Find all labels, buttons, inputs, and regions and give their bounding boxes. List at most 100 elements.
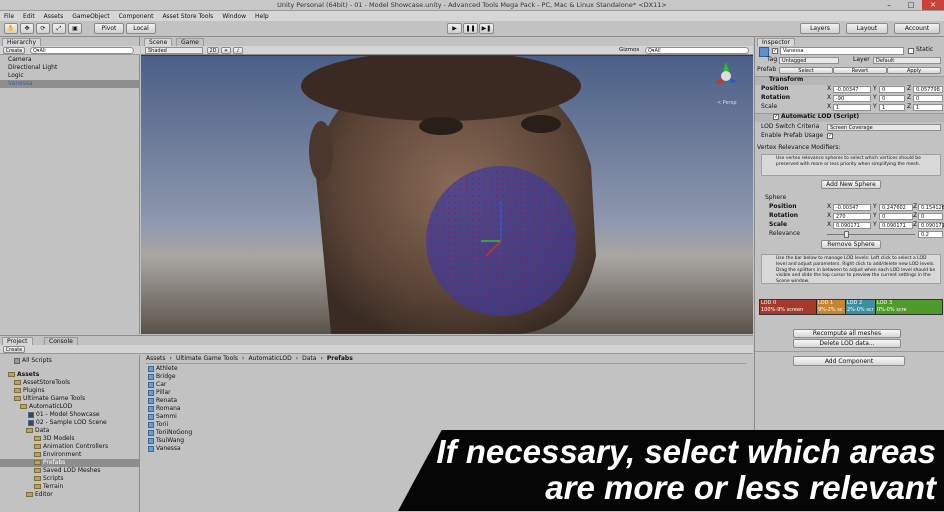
play-button-icon[interactable]: ▶ — [447, 23, 462, 34]
tree-scripts[interactable]: Scripts — [34, 475, 64, 483]
sphere-scale-x-field[interactable]: 0.090171 — [833, 222, 871, 229]
tree-saved-lod-meshes[interactable]: Saved LOD Meshes — [34, 467, 100, 475]
tab-console[interactable]: Console — [44, 337, 78, 345]
maximize-icon[interactable]: □ — [900, 0, 922, 10]
position-x-field[interactable]: -0.00347 — [833, 86, 871, 93]
prefab-apply-button[interactable]: Apply — [887, 67, 941, 74]
shading-mode-dropdown[interactable]: Shaded — [145, 47, 203, 54]
scale-x-field[interactable]: 1 — [833, 104, 871, 111]
recompute-meshes-button[interactable]: Recompute all meshes — [793, 329, 901, 338]
tree-data[interactable]: Data — [26, 427, 49, 435]
layer-dropdown[interactable]: Default — [873, 57, 941, 64]
tree-terrain[interactable]: Terrain — [34, 483, 63, 491]
layers-dropdown[interactable]: Layers — [800, 23, 840, 34]
lighting-toggle-icon[interactable]: ☀ — [221, 47, 231, 54]
position-z-field[interactable]: 0.057798 — [913, 86, 943, 93]
file-item-car[interactable]: Car — [148, 381, 348, 389]
lod-1-segment[interactable]: LOD 1 9%-2% sc — [817, 300, 846, 314]
rotate-tool-icon[interactable]: ⟳ — [36, 23, 50, 34]
menu-asset-store-tools[interactable]: Asset Store Tools — [162, 13, 213, 20]
tree-assetstoretools[interactable]: AssetStoreTools — [14, 379, 70, 387]
lod-levels-bar[interactable]: LOD 0 100%-9% screen LOD 1 9%-2% sc LOD … — [759, 299, 943, 315]
file-item-torii[interactable]: Torii — [148, 421, 348, 429]
sphere-rotation-x-field[interactable]: 270 — [833, 213, 871, 220]
file-item-pillar[interactable]: Pillar — [148, 389, 348, 397]
menu-help[interactable]: Help — [255, 13, 269, 20]
add-component-button[interactable]: Add Component — [793, 356, 905, 366]
2d-toggle[interactable]: 2D — [207, 47, 219, 54]
hierarchy-item-vanessa[interactable]: Vanessa — [8, 80, 33, 88]
tree-automaticlod[interactable]: AutomaticLOD — [20, 403, 72, 411]
move-tool-icon[interactable]: ✥ — [20, 23, 34, 34]
layout-dropdown[interactable]: Layout — [846, 23, 888, 34]
step-button-icon[interactable]: ▶❚ — [479, 23, 494, 34]
close-icon[interactable]: ✕ — [922, 0, 944, 10]
file-item-bridge[interactable]: Bridge — [148, 373, 348, 381]
sphere-position-z-field[interactable]: 0.154126 — [918, 204, 944, 211]
sphere-scale-y-field[interactable]: 0.090171 — [879, 222, 913, 229]
scale-tool-icon[interactable]: ⤢ — [52, 23, 66, 34]
file-item-tsuiwang[interactable]: TsuiWang — [148, 437, 348, 445]
prefab-select-button[interactable]: Select — [779, 67, 833, 74]
rotation-y-field[interactable]: 0 — [879, 95, 905, 102]
rect-tool-icon[interactable]: ▣ — [68, 23, 82, 34]
file-item-romana[interactable]: Romana — [148, 405, 348, 413]
gameobject-name-field[interactable]: Vanessa — [780, 47, 904, 55]
sphere-rotation-z-field[interactable]: 0 — [918, 213, 943, 220]
menu-file[interactable]: File — [4, 13, 14, 20]
minimize-icon[interactable]: – — [878, 0, 900, 10]
file-item-renata[interactable]: Renata — [148, 397, 348, 405]
sphere-rotation-y-field[interactable]: 0 — [879, 213, 913, 220]
file-item-athlete[interactable]: Athlete — [148, 365, 348, 373]
audio-toggle-icon[interactable]: ♪ — [233, 47, 243, 54]
menu-gameobject[interactable]: GameObject — [72, 13, 109, 20]
hierarchy-search-input[interactable]: Q▾All — [30, 47, 134, 54]
sphere-foldout[interactable]: Sphere — [765, 194, 786, 202]
breadcrumb-data[interactable]: Data — [302, 355, 316, 363]
hierarchy-item-directional-light[interactable]: Directional Light — [8, 64, 57, 72]
autolod-enabled-checkbox[interactable]: ✓ — [773, 114, 779, 120]
hierarchy-item-logic[interactable]: Logic — [8, 72, 24, 80]
hierarchy-item-camera[interactable]: Camera — [8, 56, 32, 64]
vertex-relevance-foldout[interactable]: Vertex Relevance Modifiers: — [757, 144, 840, 152]
breadcrumb-automaticlod[interactable]: AutomaticLOD — [248, 355, 291, 363]
relevance-slider-track[interactable] — [827, 234, 915, 235]
tree-environment[interactable]: Environment — [34, 451, 81, 459]
rotation-z-field[interactable]: 0 — [913, 95, 943, 102]
add-new-sphere-button[interactable]: Add New Sphere — [821, 180, 881, 189]
sphere-position-y-field[interactable]: 0.247602 — [879, 204, 913, 211]
breadcrumb-assets[interactable]: Assets — [146, 355, 166, 363]
position-y-field[interactable]: 0 — [879, 86, 905, 93]
file-item-vanessa[interactable]: Vanessa — [148, 445, 348, 453]
project-create-button[interactable]: Create — [3, 346, 25, 353]
rotation-x-field[interactable]: -90 — [833, 95, 871, 102]
file-item-sammi[interactable]: Sammi — [148, 413, 348, 421]
tag-dropdown[interactable]: Untagged — [779, 57, 839, 64]
remove-sphere-button[interactable]: Remove Sphere — [821, 240, 881, 249]
gameobject-active-checkbox[interactable]: ✓ — [772, 48, 778, 54]
sphere-scale-z-field[interactable]: 0.090171 — [918, 222, 944, 229]
menu-component[interactable]: Component — [119, 13, 154, 20]
tree-sample-lod-scene[interactable]: 02 - Sample LOD Scene — [28, 419, 107, 427]
pause-button-icon[interactable]: ❚❚ — [463, 23, 478, 34]
hand-tool-icon[interactable]: ✋ — [4, 23, 18, 34]
static-checkbox[interactable] — [908, 48, 914, 54]
menu-window[interactable]: Window — [222, 13, 246, 20]
menu-edit[interactable]: Edit — [23, 13, 35, 20]
tab-hierarchy[interactable]: Hierarchy — [2, 38, 42, 46]
breadcrumb-ultimate-game-tools[interactable]: Ultimate Game Tools — [176, 355, 238, 363]
scene-viewport[interactable]: < Persp — [141, 56, 753, 334]
tree-all-scripts[interactable]: All Scripts — [14, 357, 52, 365]
prefab-usage-checkbox[interactable]: ✓ — [827, 133, 833, 139]
gizmos-dropdown[interactable]: Gizmos — [619, 46, 639, 54]
lod-2-segment[interactable]: LOD 2 2%-0% scr — [846, 300, 876, 314]
relevance-value-field[interactable]: 0.2 — [918, 231, 943, 238]
tab-scene[interactable]: Scene — [144, 38, 173, 46]
lod-3-segment[interactable]: LOD 3 0%-0% scre — [876, 300, 942, 314]
breadcrumb-prefabs[interactable]: Prefabs — [327, 355, 353, 363]
sphere-position-x-field[interactable]: -0.00347 — [833, 204, 871, 211]
pivot-toggle[interactable]: Pivot — [94, 23, 124, 34]
account-dropdown[interactable]: Account — [894, 23, 940, 34]
scene-search-input[interactable]: Q▾All — [645, 47, 749, 54]
tab-game[interactable]: Game — [176, 38, 204, 46]
